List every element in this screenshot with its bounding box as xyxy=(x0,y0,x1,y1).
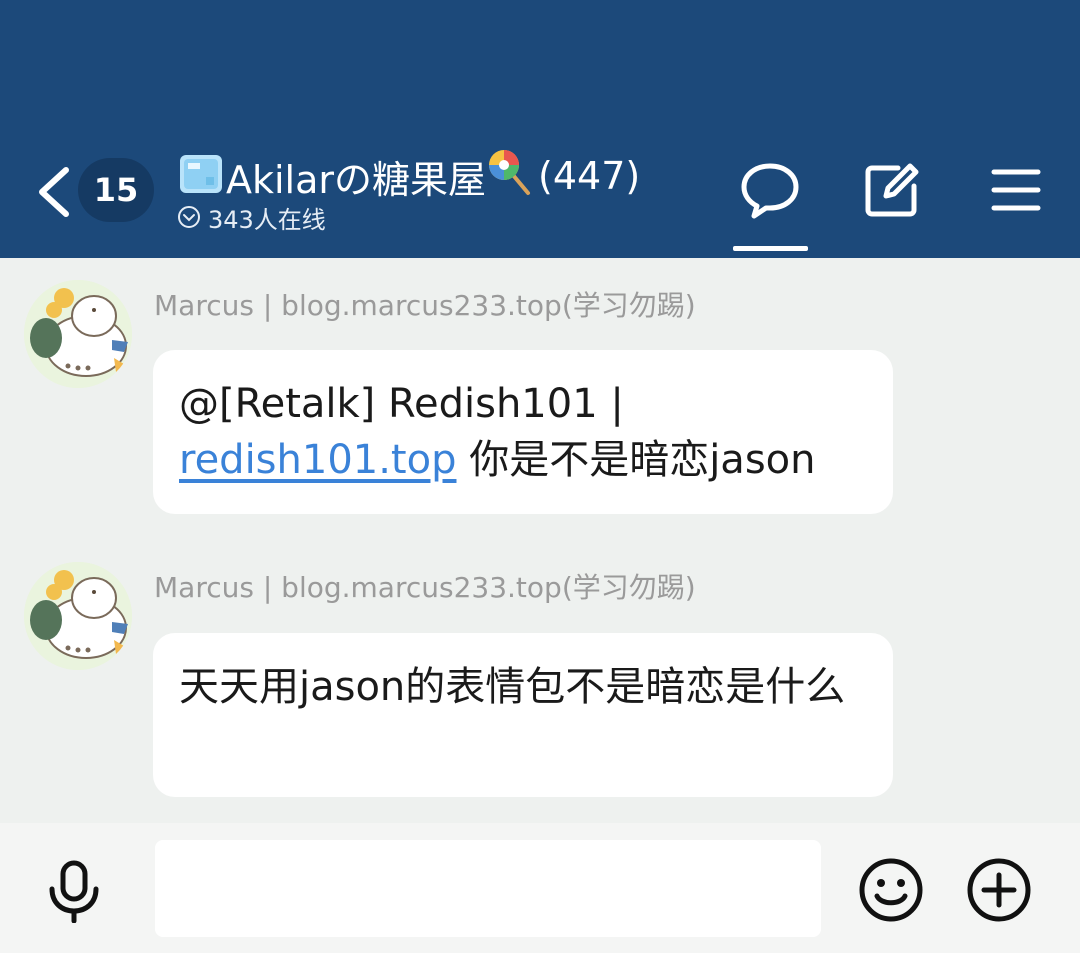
ice-cube-icon xyxy=(178,149,226,204)
unread-count-badge[interactable]: 15 xyxy=(78,158,154,222)
group-title[interactable]: Akilarの糖果屋 (447) xyxy=(178,146,640,206)
menu-button[interactable] xyxy=(984,158,1048,222)
plus-icon xyxy=(967,858,1031,922)
avatar[interactable] xyxy=(24,562,132,670)
chat-header: 15 Akilarの糖果屋 (447) 343人在线 xyxy=(0,0,1080,258)
chat-bubble-icon xyxy=(741,163,799,219)
lollipop-icon xyxy=(486,147,532,206)
sender-name[interactable]: Marcus | blog.marcus233.top(学习勿踢) xyxy=(154,566,696,606)
message-bubble[interactable]: @[Retalk] Redish101 | redish101.top 你是不是… xyxy=(153,350,893,514)
edit-button[interactable] xyxy=(860,158,924,222)
edit-icon xyxy=(865,163,919,217)
member-count: (447) xyxy=(538,154,641,198)
sender-name[interactable]: Marcus | blog.marcus233.top(学习勿踢) xyxy=(154,284,696,324)
avatar[interactable] xyxy=(24,280,132,388)
microphone-icon xyxy=(49,860,99,924)
online-count-text: 343人在线 xyxy=(208,205,326,234)
emoji-button[interactable] xyxy=(858,857,924,923)
group-name: Akilarの糖果屋 xyxy=(226,157,487,202)
message-bubble[interactable]: 天天用jason的表情包不是暗恋是什么 xyxy=(153,633,893,797)
voice-button[interactable] xyxy=(44,859,104,924)
message-link[interactable]: redish101.top xyxy=(179,437,456,483)
plus-button[interactable] xyxy=(966,857,1032,923)
online-circle-icon xyxy=(178,206,200,228)
input-bar xyxy=(0,823,1080,953)
chat-tab-button[interactable] xyxy=(738,158,802,222)
back-button[interactable] xyxy=(30,160,80,224)
message-text: @[Retalk] Redish101 | xyxy=(179,381,624,427)
online-status: 343人在线 xyxy=(176,200,326,234)
message-text: 你是不是暗恋jason xyxy=(456,437,816,483)
active-tab-indicator xyxy=(733,246,808,251)
back-arrow-icon xyxy=(39,167,69,217)
emoji-icon xyxy=(859,858,923,922)
message-input[interactable] xyxy=(155,840,821,937)
menu-icon xyxy=(991,169,1041,211)
message-text: 天天用jason的表情包不是暗恋是什么 xyxy=(179,664,846,710)
